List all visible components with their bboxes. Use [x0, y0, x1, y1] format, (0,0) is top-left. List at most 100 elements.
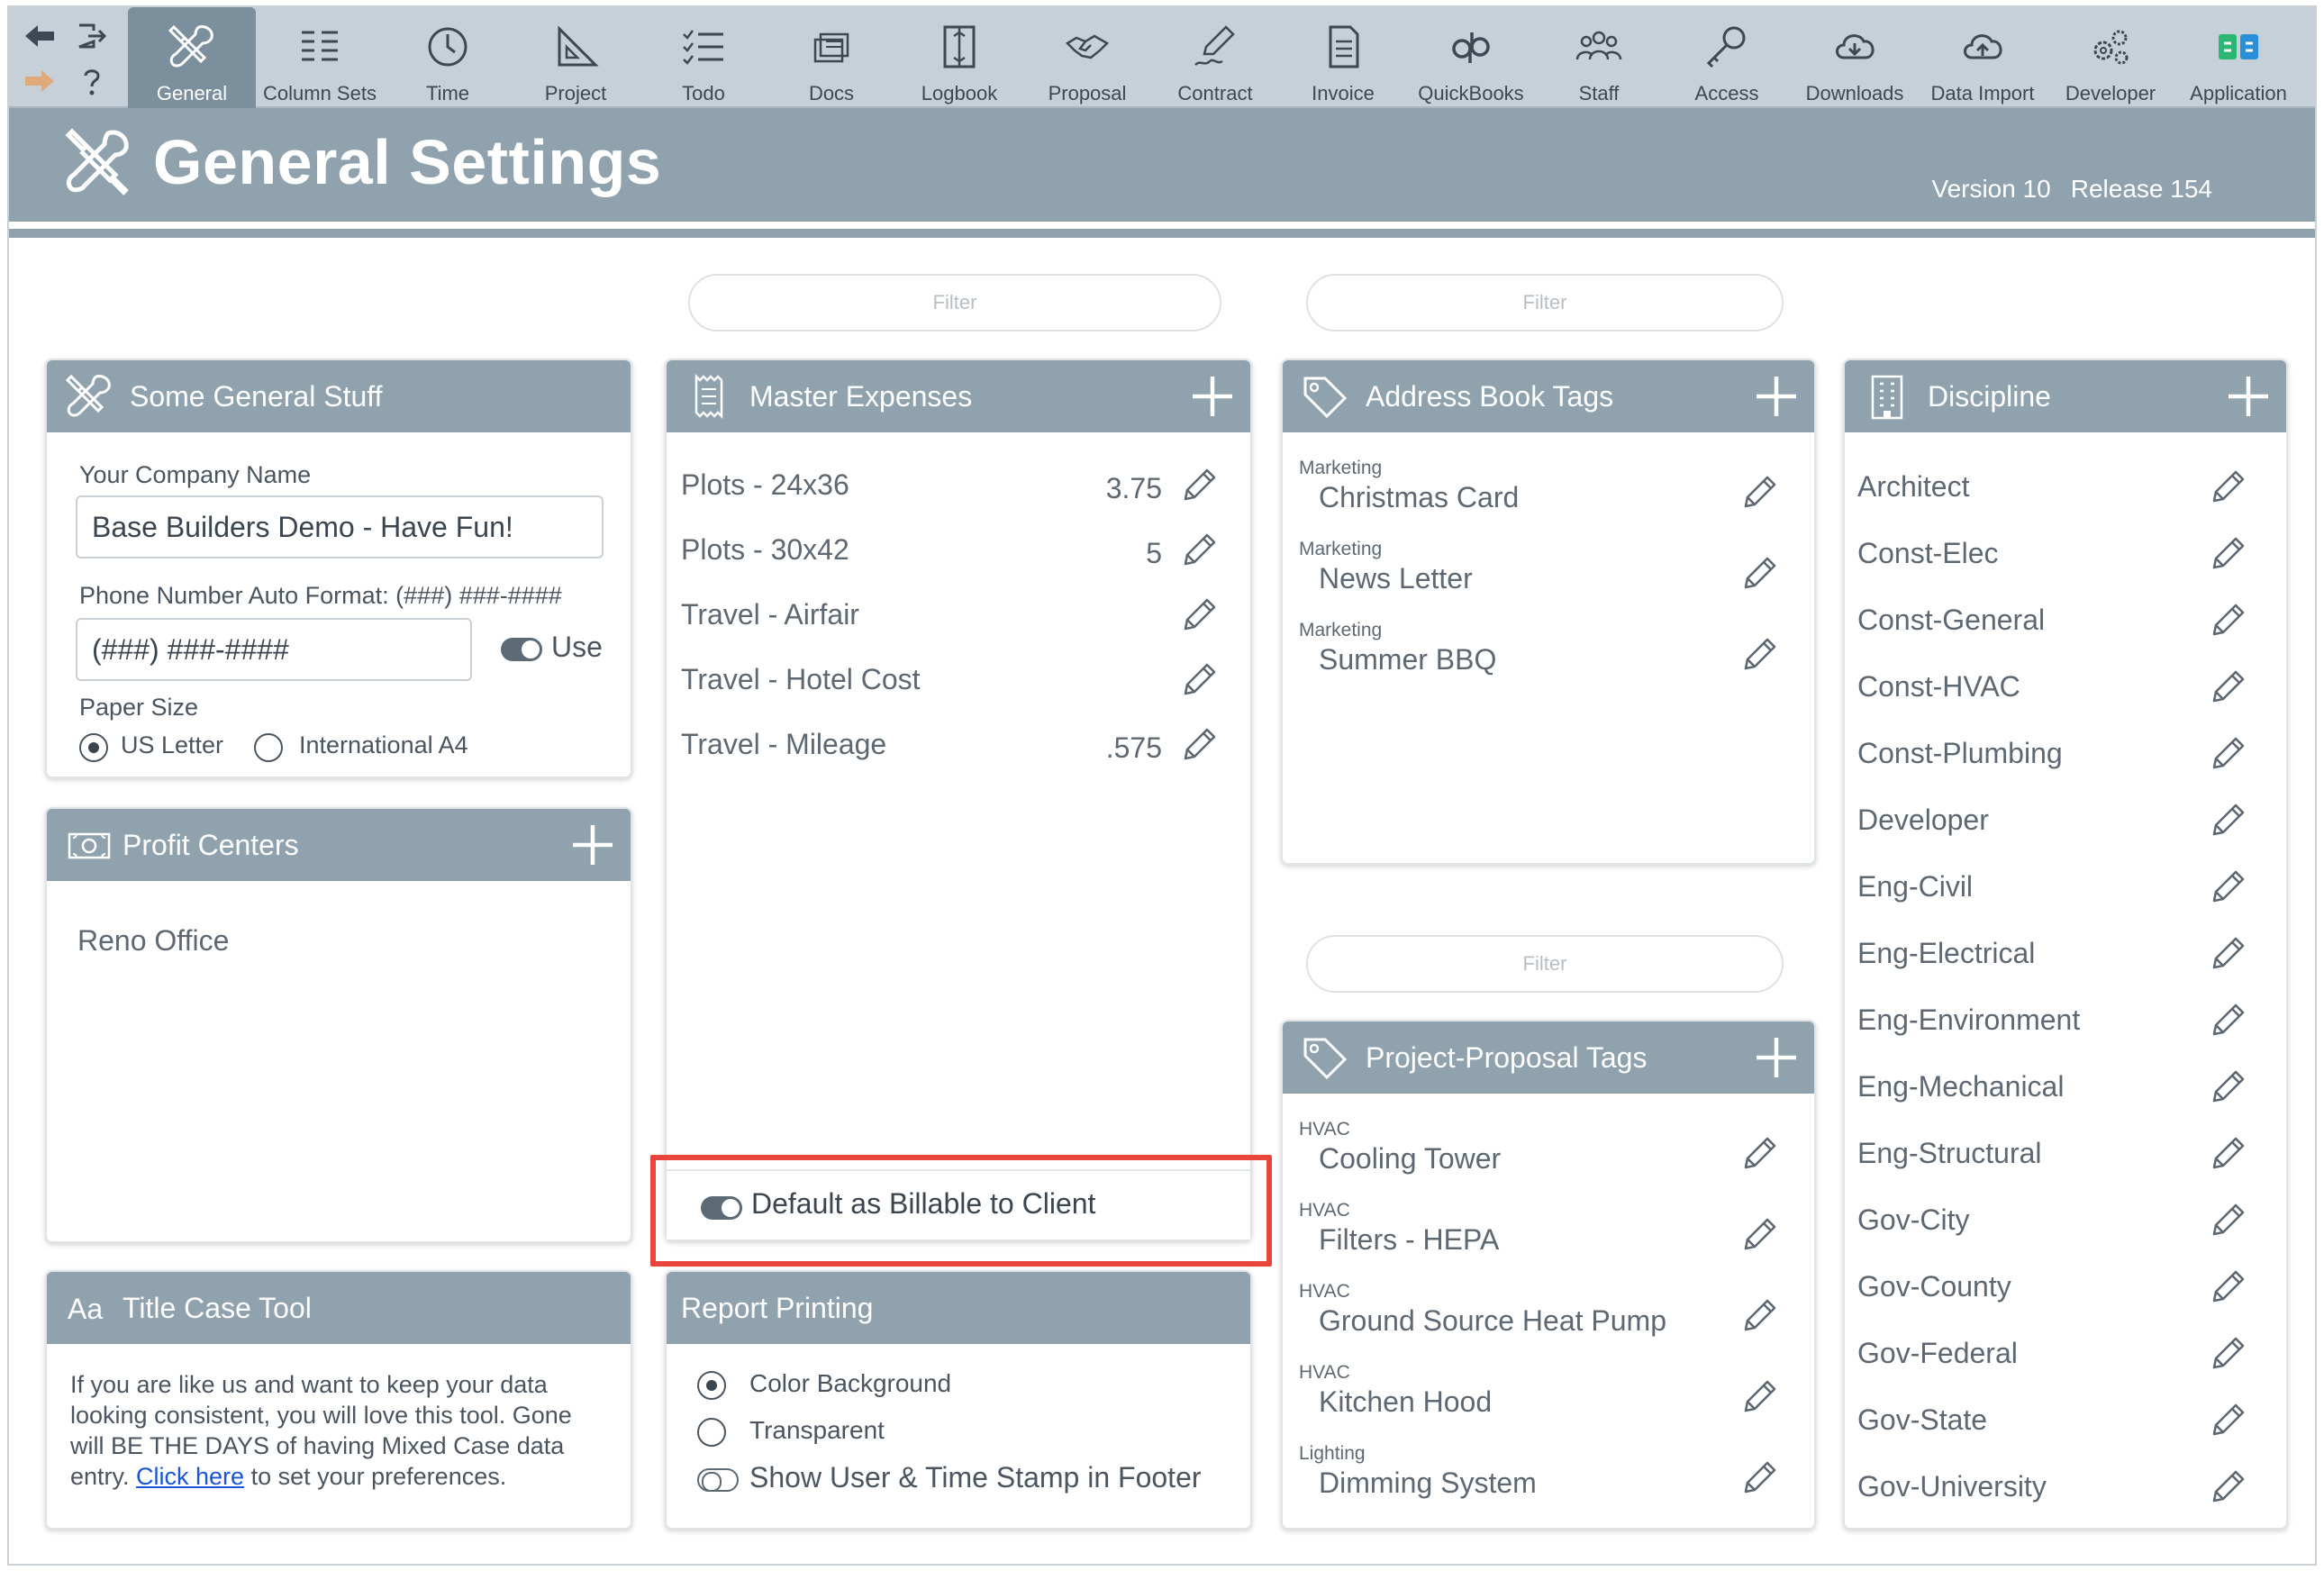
color-background-radio[interactable] — [697, 1371, 726, 1400]
discipline-item[interactable]: Gov-State — [1857, 1403, 1987, 1437]
toolbar-tab-contract[interactable]: Contract — [1151, 7, 1279, 108]
edit-pencil-icon[interactable] — [1738, 634, 1780, 676]
toolbar-tab-column-sets[interactable]: Column Sets — [256, 7, 384, 108]
edit-pencil-icon[interactable] — [2207, 933, 2248, 975]
toolbar-tab-project[interactable]: Project — [512, 7, 640, 108]
discipline-item[interactable]: Const-Elec — [1857, 537, 1999, 570]
toolbar-tab-staff[interactable]: Staff — [1535, 7, 1663, 108]
discipline-item[interactable]: Eng-Electrical — [1857, 937, 2035, 970]
expenses-filter-input[interactable]: Filter — [688, 274, 1221, 331]
edit-pencil-icon[interactable] — [2207, 1267, 2248, 1308]
edit-pencil-icon[interactable] — [1178, 530, 1220, 571]
edit-pencil-icon[interactable] — [1738, 1457, 1780, 1499]
phone-format-input[interactable]: (###) ###-#### — [76, 618, 472, 681]
tag-name[interactable]: Cooling Tower — [1319, 1142, 1501, 1176]
tag-name[interactable]: Summer BBQ — [1319, 643, 1496, 677]
edit-pencil-icon[interactable] — [1738, 1295, 1780, 1337]
discipline-item[interactable]: Architect — [1857, 470, 1969, 504]
edit-pencil-icon[interactable] — [1738, 1376, 1780, 1418]
discipline-item[interactable]: Const-General — [1857, 604, 2045, 637]
add-icon[interactable] — [1751, 1032, 1802, 1083]
add-icon[interactable] — [2223, 371, 2274, 422]
discipline-item[interactable]: Eng-Mechanical — [1857, 1070, 2064, 1103]
edit-pencil-icon[interactable] — [2207, 1400, 2248, 1441]
edit-pencil-icon[interactable] — [2207, 1200, 2248, 1241]
edit-pencil-icon[interactable] — [1178, 724, 1220, 766]
toolbar-tab-label: Staff — [1578, 82, 1620, 104]
toolbar-tab-time[interactable]: Time — [384, 7, 512, 108]
edit-pencil-icon[interactable] — [2207, 1067, 2248, 1108]
toolbar-tab-quickbooks[interactable]: QuickBooks — [1407, 7, 1535, 108]
tag-name[interactable]: News Letter — [1319, 562, 1473, 595]
edit-pencil-icon[interactable] — [2207, 1133, 2248, 1175]
edit-pencil-icon[interactable] — [1738, 472, 1780, 513]
tag-name[interactable]: Kitchen Hood — [1319, 1385, 1492, 1419]
tag-name[interactable]: Ground Source Heat Pump — [1319, 1304, 1666, 1338]
discipline-header: Discipline — [1845, 360, 2286, 432]
list-item[interactable]: Reno Office — [77, 924, 229, 958]
discipline-item[interactable]: Gov-County — [1857, 1270, 2011, 1303]
title-case-panel: Aa Title Case Tool If you are like us an… — [45, 1270, 632, 1530]
click-here-link[interactable]: Click here — [136, 1463, 244, 1490]
discipline-item[interactable]: Gov-City — [1857, 1203, 1969, 1237]
paper-a4-radio[interactable] — [254, 733, 283, 762]
discipline-item[interactable]: Eng-Structural — [1857, 1137, 2042, 1170]
edit-pencil-icon[interactable] — [1738, 553, 1780, 595]
discipline-item[interactable]: Gov-Federal — [1857, 1337, 2018, 1370]
edit-pencil-icon[interactable] — [2207, 733, 2248, 775]
edit-pencil-icon[interactable] — [1178, 465, 1220, 506]
transparent-radio[interactable] — [697, 1418, 726, 1447]
forward-arrow-icon[interactable] — [18, 61, 61, 101]
toolbar-tab-downloads[interactable]: Downloads — [1791, 7, 1919, 108]
add-icon[interactable] — [1187, 371, 1238, 422]
exit-icon[interactable] — [70, 16, 113, 56]
edit-pencil-icon[interactable] — [1178, 659, 1220, 701]
discipline-item[interactable]: Developer — [1857, 804, 1989, 837]
address-tags-filter-input[interactable]: Filter — [1306, 274, 1784, 331]
paper-us-radio[interactable] — [79, 733, 108, 762]
expense-name[interactable]: Travel - Airfair — [681, 598, 859, 631]
edit-pencil-icon[interactable] — [2207, 600, 2248, 641]
tag-name[interactable]: Filters - HEPA — [1319, 1223, 1499, 1257]
edit-pencil-icon[interactable] — [2207, 867, 2248, 908]
back-arrow-icon[interactable] — [18, 16, 61, 56]
tag-name[interactable]: Christmas Card — [1319, 481, 1519, 514]
add-icon[interactable] — [567, 820, 618, 870]
toolbar-tab-logbook[interactable]: Logbook — [895, 7, 1023, 108]
toolbar-tab-invoice[interactable]: Invoice — [1279, 7, 1407, 108]
stamp-toggle[interactable] — [697, 1468, 739, 1492]
expense-name[interactable]: Travel - Hotel Cost — [681, 663, 921, 696]
phone-use-toggle[interactable] — [501, 638, 542, 661]
edit-pencil-icon[interactable] — [1738, 1133, 1780, 1175]
tools-icon — [59, 124, 137, 202]
tag-name[interactable]: Dimming System — [1319, 1467, 1537, 1500]
edit-pencil-icon[interactable] — [1738, 1214, 1780, 1256]
edit-pencil-icon[interactable] — [2207, 667, 2248, 708]
edit-pencil-icon[interactable] — [1178, 595, 1220, 636]
edit-pencil-icon[interactable] — [2207, 1333, 2248, 1375]
proposal-tags-filter-input[interactable]: Filter — [1306, 935, 1784, 993]
toolbar-tab-developer[interactable]: Developer — [2047, 7, 2174, 108]
toolbar-tab-proposal[interactable]: Proposal — [1023, 7, 1151, 108]
discipline-item[interactable]: Const-HVAC — [1857, 670, 2020, 704]
discipline-item[interactable]: Eng-Civil — [1857, 870, 1973, 904]
add-icon[interactable] — [1751, 371, 1802, 422]
toolbar-tab-docs[interactable]: Docs — [767, 7, 895, 108]
toolbar-tab-application[interactable]: Application — [2174, 7, 2302, 108]
toolbar-tab-todo[interactable]: Todo — [640, 7, 767, 108]
edit-pencil-icon[interactable] — [2207, 467, 2248, 508]
toolbar-tab-access[interactable]: Access — [1663, 7, 1791, 108]
discipline-item[interactable]: Eng-Environment — [1857, 1003, 2080, 1037]
discipline-item[interactable]: Gov-University — [1857, 1470, 2047, 1503]
edit-pencil-icon[interactable] — [2207, 800, 2248, 841]
toolbar-tab-data-import[interactable]: Data Import — [1919, 7, 2047, 108]
text-case-icon: Aa — [61, 1280, 117, 1336]
help-icon[interactable] — [70, 61, 113, 101]
edit-pencil-icon[interactable] — [2207, 533, 2248, 575]
toolbar-tab-general[interactable]: General — [128, 7, 256, 108]
edit-pencil-icon[interactable] — [2207, 1000, 2248, 1041]
company-name-input[interactable]: Base Builders Demo - Have Fun! — [76, 495, 604, 558]
discipline-item[interactable]: Const-Plumbing — [1857, 737, 2063, 770]
general-stuff-panel: Some General Stuff Your Company Name Bas… — [45, 359, 632, 778]
edit-pencil-icon[interactable] — [2207, 1467, 2248, 1508]
